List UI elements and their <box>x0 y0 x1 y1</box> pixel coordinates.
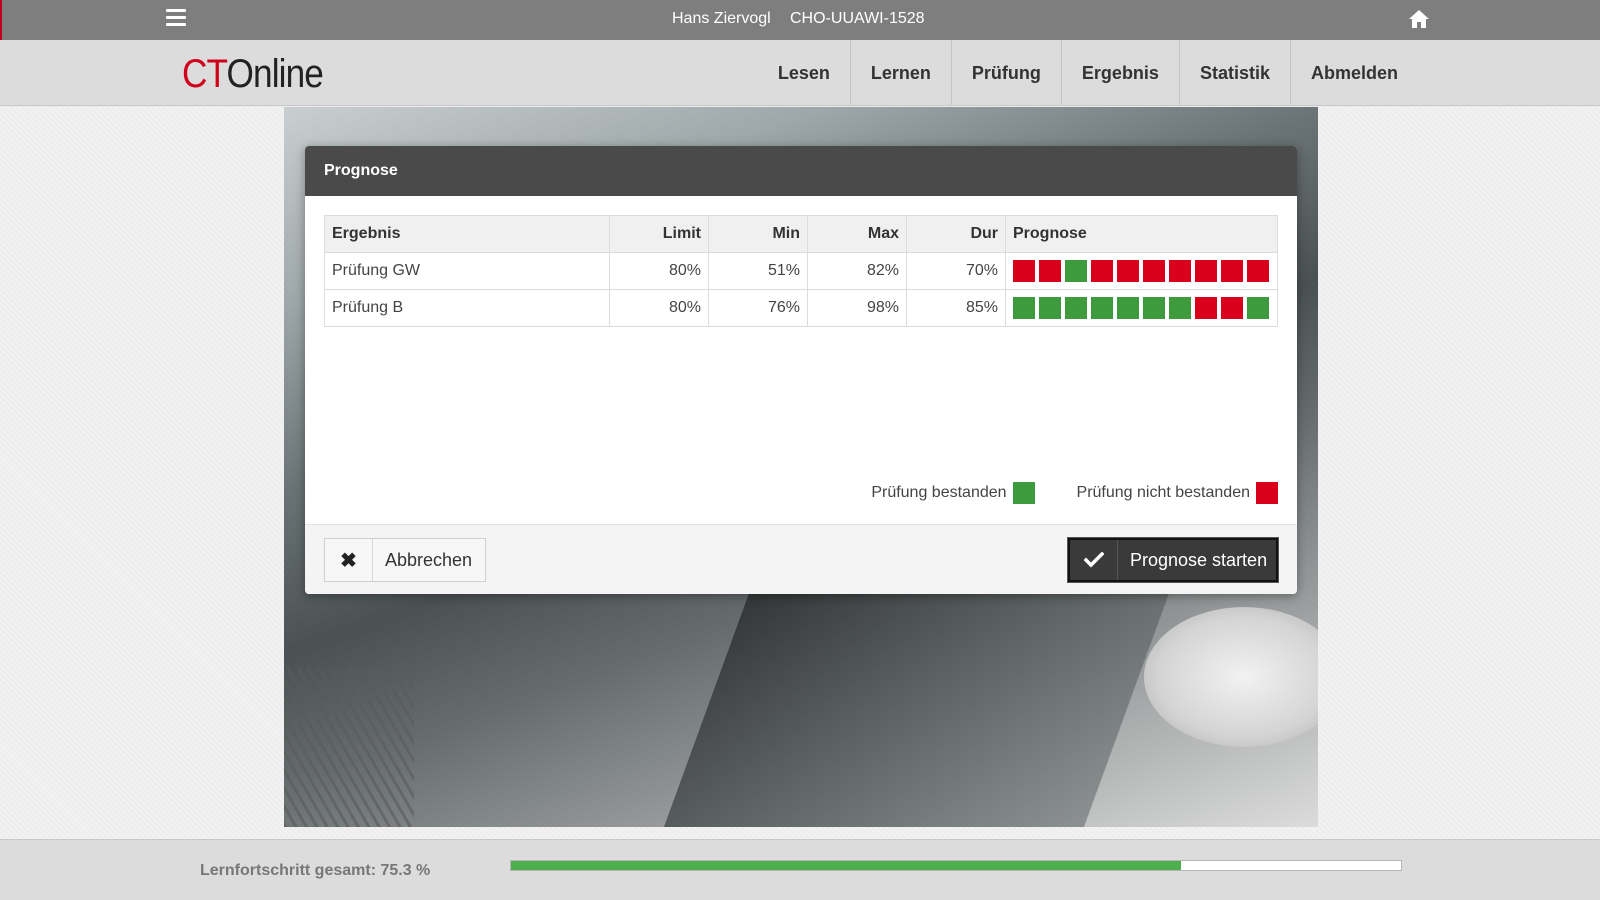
prognose-fail-square <box>1247 260 1269 282</box>
cell-prognose <box>1005 252 1278 290</box>
home-icon[interactable] <box>1408 8 1430 30</box>
user-name: Hans Ziervogl <box>672 10 771 27</box>
col-header-prognose: Prognose <box>1005 215 1278 253</box>
table-row: Prüfung B 80% 76% 98% 85% <box>324 289 1278 327</box>
cell-limit: 80% <box>609 289 709 327</box>
dialog-body: Ergebnis Limit Min Max Dur Prognose Prüf… <box>305 196 1297 524</box>
nav-item-abmelden[interactable]: Abmelden <box>1291 40 1418 106</box>
legend-fail-swatch <box>1256 482 1278 504</box>
device-id: CHO-UUAWI-1528 <box>790 10 925 27</box>
cell-name: Prüfung GW <box>324 252 610 290</box>
logo[interactable]: CTOnline <box>182 52 324 96</box>
hamburger-menu-icon[interactable] <box>166 9 186 29</box>
cup-image <box>1144 607 1318 747</box>
start-prognose-label: Prognose starten <box>1130 549 1268 570</box>
nav-item-lernen[interactable]: Lernen <box>851 40 952 106</box>
laptop-image <box>656 587 1172 827</box>
nav-item-lesen[interactable]: Lesen <box>758 40 851 106</box>
cell-min: 51% <box>708 252 808 290</box>
cell-dur: 70% <box>906 252 1006 290</box>
nav-item-pruefung[interactable]: Prüfung <box>952 40 1062 106</box>
close-icon: ✖ <box>325 539 373 581</box>
cancel-button-label: Abbrechen <box>385 549 473 570</box>
main-nav: Lesen Lernen Prüfung Ergebnis Statistik … <box>758 40 1418 106</box>
cell-dur: 85% <box>906 289 1006 327</box>
table-header-row: Ergebnis Limit Min Max Dur Prognose <box>324 215 1278 253</box>
legend-pass-swatch <box>1012 482 1035 504</box>
cancel-button[interactable]: ✖ Abbrechen <box>324 538 486 582</box>
cell-max: 98% <box>807 289 907 327</box>
legend-pass: Prüfung bestanden <box>871 482 1035 504</box>
col-header-min: Min <box>708 215 808 253</box>
legend-pass-label: Prüfung bestanden <box>871 484 1007 501</box>
prognose-squares <box>1013 260 1270 282</box>
cell-name: Prüfung B <box>324 289 610 327</box>
prognose-fail-square <box>1221 297 1243 319</box>
prognose-table: Ergebnis Limit Min Max Dur Prognose Prüf… <box>324 215 1278 327</box>
progress-label: Lernfortschritt gesamt: 75.3 % <box>200 862 431 879</box>
nav-item-statistik[interactable]: Statistik <box>1180 40 1291 106</box>
check-icon <box>1070 540 1118 580</box>
legend: Prüfung bestanden Prüfung nicht bestande… <box>871 482 1278 504</box>
prognose-fail-square <box>1221 260 1243 282</box>
prognose-fail-square <box>1169 260 1191 282</box>
prognose-pass-square <box>1091 297 1113 319</box>
prognose-fail-square <box>1195 297 1217 319</box>
prognose-fail-square <box>1091 260 1113 282</box>
prognose-pass-square <box>1143 297 1165 319</box>
cell-prognose <box>1005 289 1278 327</box>
prognose-fail-square <box>1013 260 1035 282</box>
legend-fail-label: Prüfung nicht bestanden <box>1076 484 1250 501</box>
top-bar: Hans Ziervogl CHO-UUAWI-1528 <box>0 0 1600 40</box>
prognose-pass-square <box>1065 297 1087 319</box>
progress-footer: Lernfortschritt gesamt: 75.3 % <box>0 839 1600 900</box>
logo-ct: CT <box>182 52 227 96</box>
prognose-fail-square <box>1039 260 1061 282</box>
table-row: Prüfung GW 80% 51% 82% 70% <box>324 252 1278 290</box>
prognose-pass-square <box>1169 297 1191 319</box>
col-header-limit: Limit <box>609 215 709 253</box>
cell-max: 82% <box>807 252 907 290</box>
prognose-pass-square <box>1013 297 1035 319</box>
logo-online: Online <box>226 52 324 96</box>
start-prognose-button[interactable]: Prognose starten <box>1067 537 1279 583</box>
cell-min: 76% <box>708 289 808 327</box>
prognose-pass-square <box>1117 297 1139 319</box>
col-header-max: Max <box>807 215 907 253</box>
prognose-pass-square <box>1247 297 1269 319</box>
nav-bar: CTOnline Lesen Lernen Prüfung Ergebnis S… <box>0 40 1600 106</box>
cell-limit: 80% <box>609 252 709 290</box>
prognose-pass-square <box>1065 260 1087 282</box>
plant-image <box>284 667 414 827</box>
prognose-pass-square <box>1039 297 1061 319</box>
dialog-title: Prognose <box>305 146 1297 196</box>
col-header-dur: Dur <box>906 215 1006 253</box>
prognose-fail-square <box>1143 260 1165 282</box>
prognose-dialog: Prognose Ergebnis Limit Min Max Dur Prog… <box>305 146 1297 594</box>
col-header-ergebnis: Ergebnis <box>324 215 610 253</box>
nav-item-ergebnis[interactable]: Ergebnis <box>1062 40 1180 106</box>
prognose-fail-square <box>1117 260 1139 282</box>
legend-fail: Prüfung nicht bestanden <box>1077 482 1278 504</box>
prognose-fail-square <box>1195 260 1217 282</box>
progress-fill <box>511 861 1182 870</box>
progress-track <box>510 860 1402 871</box>
prognose-squares <box>1013 297 1270 319</box>
dialog-footer: ✖ Abbrechen Prognose starten <box>305 524 1297 594</box>
